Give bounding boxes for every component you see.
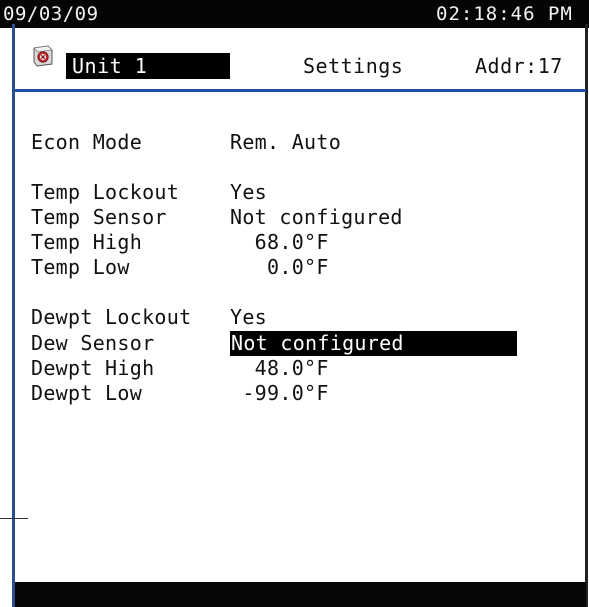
econ-mode-label: Econ Mode [31,130,143,154]
lockout-icon[interactable] [31,44,55,68]
row-econ-mode[interactable]: Econ Mode Rem. Auto [31,130,341,155]
row-temp-sensor[interactable]: Temp Sensor Not configured [31,205,402,230]
frame-left-border [12,24,15,607]
temp-sensor-value[interactable]: Not configured [230,205,403,230]
side-tick-line [0,518,28,519]
unit-selector[interactable]: Unit 1 [66,53,230,79]
address-label: Addr:17 [475,54,563,78]
row-dewpt-low[interactable]: Dewpt Low -99.0°F [31,381,328,406]
temp-high-value[interactable]: 68.0°F [230,230,329,255]
status-time: 02:18:46 PM [436,3,573,25]
row-dewpt-lockout[interactable]: Dewpt Lockout Yes [31,305,267,330]
row-dew-sensor[interactable]: Dew Sensor Not configured [31,331,517,356]
status-date: 09/03/09 [3,3,99,25]
footer-bar [15,582,586,607]
dewpt-high-label: Dewpt High [31,356,155,380]
header-divider [15,89,586,92]
temp-low-value[interactable]: 0.0°F [230,255,329,280]
dewpt-lockout-label: Dewpt Lockout [31,305,192,329]
dewpt-lockout-value[interactable]: Yes [230,305,267,330]
temp-lockout-value[interactable]: Yes [230,180,267,205]
temp-high-label: Temp High [31,230,143,254]
temp-lockout-label: Temp Lockout [31,180,180,204]
status-bar: 09/03/09 02:18:46 PM [0,0,589,28]
row-temp-high[interactable]: Temp High 68.0°F [31,230,328,255]
dewpt-high-value[interactable]: 48.0°F [230,356,329,381]
dew-sensor-value-selected[interactable]: Not configured [230,331,517,356]
page-title: Settings [303,54,404,78]
econ-mode-value[interactable]: Rem. Auto [230,130,341,155]
controller-screen: 09/03/09 02:18:46 PM Unit 1 Settings Add… [0,0,589,607]
row-dewpt-high[interactable]: Dewpt High 48.0°F [31,356,328,381]
dewpt-low-label: Dewpt Low [31,381,143,405]
temp-low-label: Temp Low [31,255,130,279]
dew-sensor-label: Dew Sensor [31,331,155,355]
dewpt-low-value[interactable]: -99.0°F [230,381,329,406]
temp-sensor-label: Temp Sensor [31,205,167,229]
row-temp-low[interactable]: Temp Low 0.0°F [31,255,328,280]
frame-right-border [585,24,588,607]
row-temp-lockout[interactable]: Temp Lockout Yes [31,180,267,205]
screen-header: Unit 1 Settings Addr:17 [15,28,585,90]
